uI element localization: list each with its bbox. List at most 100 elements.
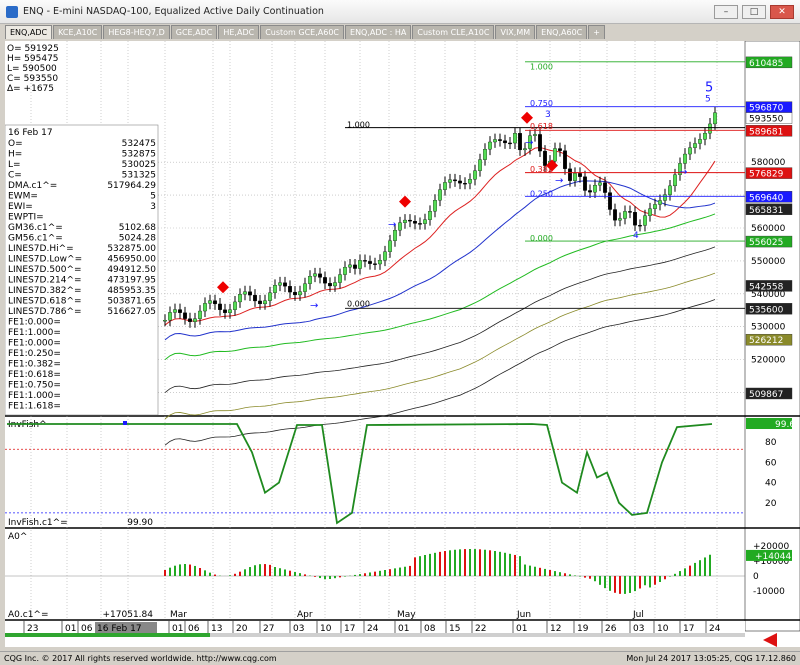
candle-body (263, 300, 267, 305)
maximize-button[interactable]: □ (742, 5, 766, 19)
info-row-value: 5024.28 (119, 234, 156, 244)
tab-7[interactable]: Custom CLE,A10C (412, 25, 495, 39)
tab-9[interactable]: ENQ,A60C (536, 25, 588, 39)
status-bar: CQG Inc. © 2017 All rights reserved worl… (0, 651, 800, 665)
date-label: 06 (81, 624, 93, 634)
candle-body (563, 150, 567, 169)
tab-0[interactable]: ENQ,ADC (5, 25, 53, 39)
candle-body (688, 147, 692, 155)
candle-body (193, 318, 197, 322)
info-row-value: 3 (150, 202, 156, 212)
info-row-value: 516627.05 (107, 307, 156, 317)
candle-body (368, 261, 372, 264)
candle-body (203, 303, 207, 312)
candle-body (218, 303, 222, 310)
tab-2[interactable]: HEG8-HEQ7,D (103, 25, 170, 39)
candle-body (473, 170, 477, 180)
chart-area[interactable]: 5800005700005600005500005400005300005200… (4, 40, 800, 647)
candle-body (418, 223, 422, 225)
candle-body (258, 300, 262, 305)
info-row-label: LINES7D.Low^= (8, 255, 82, 265)
date-label: 01 (172, 624, 183, 634)
candle-body (343, 266, 347, 275)
candle-body (643, 215, 647, 226)
tab-6[interactable]: ENQ,ADC : HA (345, 25, 412, 39)
candle-body (213, 300, 217, 305)
fib-label: 0.000 (347, 300, 370, 309)
fib-label: 0.618 (530, 122, 553, 131)
minimize-button[interactable]: – (714, 5, 738, 19)
candle-body (648, 208, 652, 216)
date-label: 13 (211, 624, 222, 634)
candle-body (533, 134, 537, 136)
candle-body (253, 294, 257, 302)
tab-10[interactable]: + (588, 25, 605, 39)
candle-body (448, 179, 452, 183)
info-row-label: FE1:0.382= (8, 360, 61, 370)
copyright-text: CQG Inc. © 2017 All rights reserved worl… (4, 654, 277, 663)
info-date: 16 Feb 17 (8, 128, 53, 138)
price-badge-label: 593550 (749, 115, 784, 125)
price-badge-label: 526212 (749, 336, 783, 346)
tab-3[interactable]: GCE,ADC (170, 25, 218, 39)
candle-body (298, 291, 302, 296)
candle-body (453, 179, 457, 182)
price-tick-label: 580000 (751, 158, 786, 168)
fib-label: 0.750 (530, 99, 553, 108)
candle-body (333, 282, 337, 287)
price-tick-label: 550000 (751, 257, 786, 267)
invfish-tick: 80 (765, 438, 777, 448)
tab-1[interactable]: KCE,A10C (53, 25, 103, 39)
date-label: 06 (188, 624, 200, 634)
ao-value: +17051.84 (103, 610, 154, 620)
candle-body (653, 204, 657, 209)
fib-label: 0.250 (530, 189, 553, 198)
ao-tick: 0 (753, 572, 759, 582)
title-bar: ENQ - E-mini NASDAQ-100, Equalized Activ… (0, 0, 800, 24)
info-row-label: LINES7D.786^= (8, 307, 82, 317)
date-label: 08 (424, 624, 436, 634)
info-row-value: 5 (150, 192, 156, 202)
price-badge-label: 569640 (749, 193, 784, 203)
info-row-label: LINES7D.618^= (8, 297, 82, 307)
wave-label: 3 (545, 110, 551, 120)
candle-body (538, 134, 542, 152)
wave-label: 4 (633, 231, 639, 241)
candle-body (503, 140, 507, 144)
candle-body (198, 310, 202, 319)
price-chart-svg[interactable]: 5800005700005600005500005400005300005200… (4, 40, 800, 647)
candle-body (603, 182, 607, 193)
invfish-tick: 40 (765, 479, 777, 489)
candle-body (168, 312, 172, 321)
info-row-label: FE1:0.750= (8, 381, 61, 391)
date-label: 12 (550, 624, 561, 634)
info-row-label: EWPTI= (8, 213, 44, 223)
candle-body (598, 182, 602, 186)
tab-8[interactable]: VIX,MM (495, 25, 536, 39)
fib-label: 1.000 (347, 120, 370, 129)
info-row-label: L= (8, 160, 21, 170)
candle-body (543, 150, 547, 166)
candle-body (518, 133, 522, 151)
candle-body (668, 185, 672, 195)
tab-5[interactable]: Custom GCE,A60C (260, 25, 345, 39)
info-row-value: 5102.68 (119, 223, 156, 233)
date-label: 22 (475, 624, 486, 634)
candle-body (323, 277, 327, 284)
invfish-tick: 60 (765, 458, 777, 468)
date-label: 15 (449, 624, 460, 634)
info-row-label: FE1:1.000= (8, 391, 61, 401)
invfish-marker (123, 421, 127, 425)
date-label: 24 (367, 624, 379, 634)
candle-body (488, 141, 492, 150)
candle-body (638, 225, 642, 227)
candle-body (373, 263, 377, 265)
month-label: Mar (170, 610, 187, 620)
tab-4[interactable]: HE,ADC (218, 25, 260, 39)
candle-body (188, 318, 192, 322)
info-row-label: FE1:1.000= (8, 328, 61, 338)
candle-body (618, 218, 622, 221)
candle-body (393, 230, 397, 241)
candle-body (583, 176, 587, 191)
close-button[interactable]: ✕ (770, 5, 794, 19)
